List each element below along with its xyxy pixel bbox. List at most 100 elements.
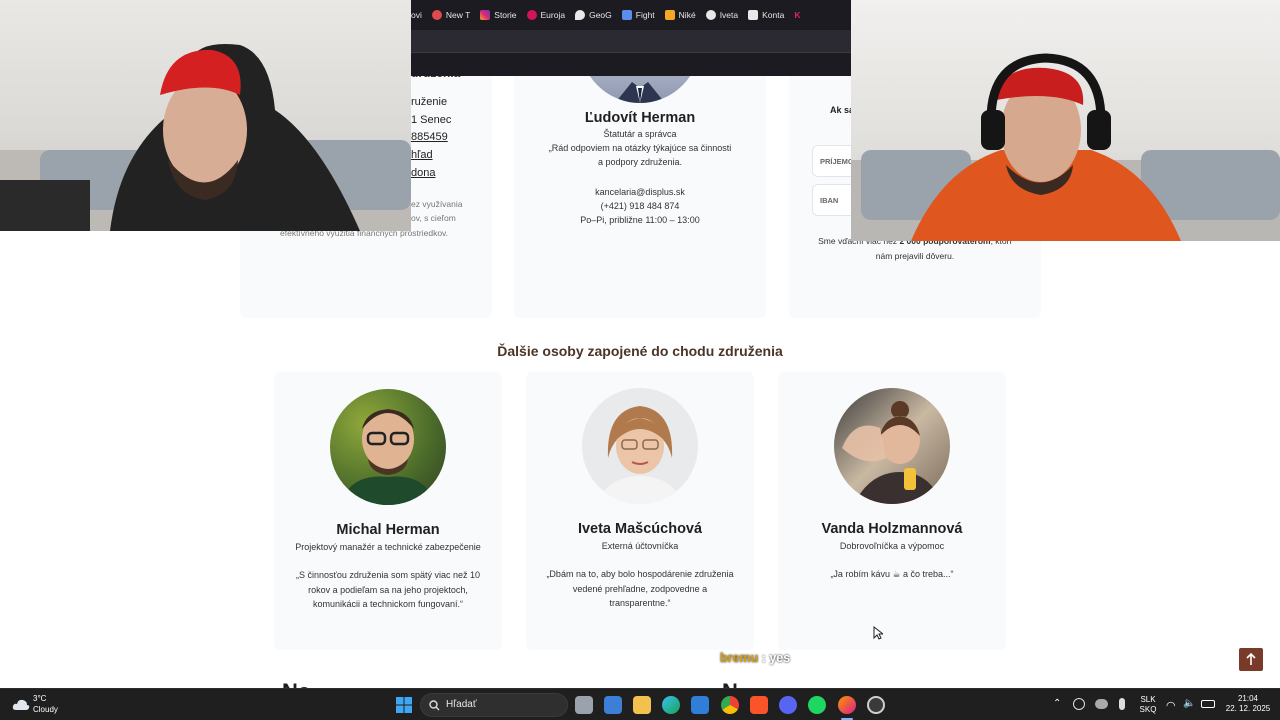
volume-icon[interactable]: 🔈 bbox=[1183, 698, 1195, 709]
language-line-2: SKQ bbox=[1139, 705, 1157, 714]
taskbar: 3°C Cloudy Hľadať ⌃ SLK SKQ ◠ 🔈 21:04 22… bbox=[0, 688, 1280, 720]
webcam-left bbox=[0, 0, 411, 231]
bookmarks-bar: ovi New T Storie Euroja GeoG Fight Niké … bbox=[411, 0, 851, 30]
michal-photo-icon bbox=[340, 409, 436, 505]
scroll-to-top-button[interactable] bbox=[1239, 648, 1263, 671]
michal-avatar bbox=[330, 389, 446, 505]
store-icon[interactable] bbox=[604, 696, 622, 714]
microphone-icon[interactable] bbox=[1119, 698, 1125, 710]
chat-username: bremu bbox=[720, 651, 759, 665]
bookmark-favicon-icon bbox=[664, 10, 675, 20]
battery-icon[interactable] bbox=[1201, 700, 1215, 708]
left-link-3[interactable]: 885459 bbox=[411, 131, 448, 143]
input-language[interactable]: SLK SKQ bbox=[1136, 695, 1160, 715]
michal-name: Michal Herman bbox=[336, 522, 440, 538]
iveta-photo-icon bbox=[596, 406, 684, 504]
ludovit-phone[interactable]: (+421) 918 484 874 bbox=[514, 199, 766, 213]
iveta-avatar bbox=[582, 388, 698, 504]
left-link-1[interactable]: ruženie bbox=[411, 96, 447, 108]
ludovit-email[interactable]: kancelaria@displus.sk bbox=[514, 185, 766, 199]
bookmark-10-label: K bbox=[794, 10, 801, 20]
sync-icon[interactable] bbox=[1073, 698, 1085, 710]
address-bar-strip[interactable] bbox=[411, 30, 851, 52]
bookmark-10[interactable]: K bbox=[794, 10, 800, 20]
vanda-photo-icon bbox=[842, 401, 942, 504]
bookmark-favicon-icon bbox=[431, 10, 442, 20]
tray-overflow-icon[interactable]: ⌃ bbox=[1053, 698, 1061, 709]
supporters-text-line2: nám prejavili dôveru. bbox=[875, 251, 955, 261]
location-pin-icon bbox=[575, 10, 586, 20]
search-icon bbox=[429, 700, 440, 711]
edge-icon[interactable] bbox=[662, 696, 680, 714]
left-link-2[interactable]: 1 Senec bbox=[411, 114, 451, 126]
chrome-icon[interactable] bbox=[721, 696, 739, 714]
bookmark-1[interactable]: ovi bbox=[411, 10, 422, 20]
task-view-icon[interactable] bbox=[575, 696, 593, 714]
cloud-off-icon[interactable] bbox=[1095, 699, 1108, 709]
wifi-icon[interactable]: ◠ bbox=[1166, 699, 1176, 712]
photos-icon[interactable] bbox=[691, 696, 709, 714]
brave-icon[interactable] bbox=[750, 696, 768, 714]
bookmark-9[interactable]: Konta bbox=[748, 10, 784, 20]
chat-separator: : bbox=[758, 651, 770, 665]
bookmark-4-label: Euroja bbox=[540, 10, 566, 20]
left-link-5[interactable]: dona bbox=[411, 167, 435, 179]
bookmark-favicon-icon bbox=[748, 10, 759, 20]
instagram-icon bbox=[480, 10, 491, 20]
taskbar-search-input[interactable]: Hľadať bbox=[420, 693, 568, 717]
bookmark-9-label: Konta bbox=[762, 10, 785, 20]
left-text-line-2: ov, s cieľom bbox=[411, 213, 456, 223]
bookmark-5-label: GeoG bbox=[589, 10, 612, 20]
ludovit-quote: „Rád odpoviem na otázky týkajúce sa činn… bbox=[548, 143, 732, 168]
webcam-left-scene-icon bbox=[0, 44, 411, 231]
vanda-avatar bbox=[834, 388, 950, 504]
start-button[interactable] bbox=[395, 696, 413, 714]
bookmark-1-label: ovi bbox=[411, 10, 422, 20]
windows-logo-icon bbox=[396, 697, 412, 713]
bookmark-3[interactable]: Storie bbox=[480, 10, 517, 20]
language-line-1: SLK bbox=[1140, 695, 1156, 704]
weather-widget[interactable]: 3°C Cloudy bbox=[10, 693, 90, 717]
bookmark-7-label: Niké bbox=[678, 10, 696, 20]
section-title: Ďalšie osoby zapojené do chodu združenia bbox=[497, 343, 783, 359]
iban-label: IBAN bbox=[820, 196, 839, 205]
v-logo-icon bbox=[621, 10, 632, 20]
webcam-right-scene-icon bbox=[851, 53, 1280, 241]
bookmark-2-label: New T bbox=[445, 10, 471, 20]
bookmark-5[interactable]: GeoG bbox=[575, 10, 612, 20]
left-link-4[interactable]: hľad bbox=[411, 149, 433, 161]
firefox-icon[interactable] bbox=[838, 696, 856, 714]
person-card-michal: Michal Herman Projektový manažér a techn… bbox=[274, 372, 502, 650]
tab-strip bbox=[411, 52, 851, 76]
chat-message: bremu : yes bbox=[720, 651, 790, 665]
bookmark-favicon-icon bbox=[526, 10, 537, 20]
bookmark-6[interactable]: Fight bbox=[621, 10, 655, 20]
clock[interactable]: 21:04 22. 12. 2025 bbox=[1222, 694, 1274, 714]
google-icon bbox=[705, 10, 716, 20]
mouse-cursor-icon bbox=[873, 626, 883, 640]
bookmark-6-label: Fight bbox=[635, 10, 655, 20]
app-icon[interactable] bbox=[867, 696, 885, 714]
iveta-quote: „Dbám na to, aby bolo hospodárenie združ… bbox=[546, 569, 734, 608]
vanda-role: Dobrovoľníčka a výpomoc bbox=[839, 541, 945, 551]
bookmark-3-label: Storie bbox=[494, 10, 517, 20]
left-text-line-1: ez využívania bbox=[411, 199, 463, 209]
chat-text: yes bbox=[769, 651, 791, 665]
iveta-role: Externá účtovníčka bbox=[601, 541, 679, 551]
bookmark-8[interactable]: Iveta bbox=[705, 10, 739, 20]
person-card-vanda: Vanda Holzmannová Dobrovoľníčka a výpomo… bbox=[778, 372, 1006, 650]
file-explorer-icon[interactable] bbox=[633, 696, 651, 714]
bookmark-4[interactable]: Euroja bbox=[526, 10, 566, 20]
iveta-name: Iveta Mašcúchová bbox=[577, 521, 703, 537]
bookmark-7[interactable]: Niké bbox=[664, 10, 696, 20]
michal-role: Projektový manažér a technické zabezpeče… bbox=[295, 542, 481, 552]
bookmark-2[interactable]: New T bbox=[431, 10, 471, 20]
weather-desc: Cloudy bbox=[33, 705, 58, 714]
discord-icon[interactable] bbox=[779, 696, 797, 714]
browser-toolbar: ovi New T Storie Euroja GeoG Fight Niké … bbox=[411, 0, 851, 76]
webcam-right bbox=[851, 0, 1280, 241]
weather-temp: 3°C bbox=[33, 694, 47, 703]
clock-time: 21:04 bbox=[1237, 694, 1259, 703]
bookmark-8-label: Iveta bbox=[719, 10, 739, 20]
spotify-icon[interactable] bbox=[808, 696, 826, 714]
